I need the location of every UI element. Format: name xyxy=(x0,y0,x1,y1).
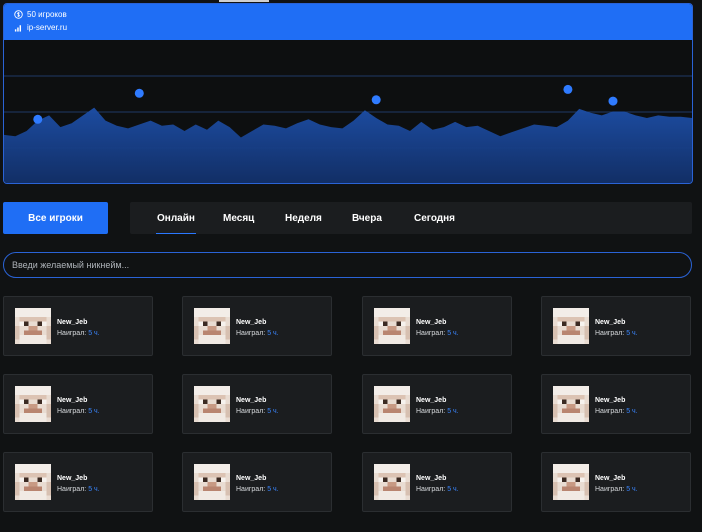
all-players-button[interactable]: Все игроки xyxy=(3,202,108,234)
nickname-search-input[interactable] xyxy=(3,252,692,278)
window-top-indicator xyxy=(219,0,269,2)
played-time: Наиграл: 5 ч. xyxy=(57,330,100,337)
player-name: New_Jeb xyxy=(236,397,267,404)
tab-today[interactable]: Сегодня xyxy=(414,202,455,234)
played-label: Наиграл: xyxy=(57,330,87,337)
played-time: Наиграл: 5 ч. xyxy=(416,330,459,337)
played-time: Наиграл: 5 ч. xyxy=(595,330,638,337)
online-area-chart xyxy=(4,75,692,183)
player-card[interactable]: New_Jeb Наиграл: 5 ч. xyxy=(182,452,332,512)
played-time: Наиграл: 5 ч. xyxy=(416,408,459,415)
played-label: Наиграл: xyxy=(236,486,266,493)
played-hours: 5 ч. xyxy=(447,330,459,337)
player-card[interactable]: New_Jeb Наиграл: 5 ч. xyxy=(541,374,691,434)
chart-header: 50 игроков ip-server.ru xyxy=(4,4,692,40)
player-name: New_Jeb xyxy=(416,319,447,326)
chart-peak-point[interactable] xyxy=(33,114,43,124)
player-name: New_Jeb xyxy=(595,319,626,326)
tab-yesterday[interactable]: Вчера xyxy=(352,202,382,234)
played-label: Наиграл: xyxy=(236,408,266,415)
player-avatar xyxy=(15,464,51,500)
player-name: New_Jeb xyxy=(236,475,267,482)
player-avatar xyxy=(553,308,589,344)
player-avatar xyxy=(194,308,230,344)
played-hours: 5 ч. xyxy=(267,408,279,415)
online-area-series xyxy=(4,107,692,183)
period-tabs: Онлайн Месяц Неделя Вчера Сегодня xyxy=(130,202,692,234)
played-label: Наиграл: xyxy=(236,330,266,337)
played-hours: 5 ч. xyxy=(88,486,100,493)
played-hours: 5 ч. xyxy=(626,330,638,337)
played-label: Наиграл: xyxy=(416,486,446,493)
played-time: Наиграл: 5 ч. xyxy=(57,408,100,415)
tab-month[interactable]: Месяц xyxy=(223,202,254,234)
player-card[interactable]: New_Jeb Наиграл: 5 ч. xyxy=(3,452,153,512)
played-label: Наиграл: xyxy=(595,408,625,415)
played-hours: 5 ч. xyxy=(447,408,459,415)
played-time: Наиграл: 5 ч. xyxy=(595,486,638,493)
player-card[interactable]: New_Jeb Наиграл: 5 ч. xyxy=(182,374,332,434)
played-time: Наиграл: 5 ч. xyxy=(57,486,100,493)
player-name: New_Jeb xyxy=(57,475,88,482)
players-icon xyxy=(14,10,23,19)
player-avatar xyxy=(15,308,51,344)
played-label: Наиграл: xyxy=(416,330,446,337)
played-time: Наиграл: 5 ч. xyxy=(236,486,279,493)
players-count-row: 50 игроков xyxy=(14,10,67,19)
played-hours: 5 ч. xyxy=(626,486,638,493)
played-hours: 5 ч. xyxy=(267,330,279,337)
player-avatar xyxy=(194,464,230,500)
player-card[interactable]: New_Jeb Наиграл: 5 ч. xyxy=(362,374,512,434)
player-card[interactable]: New_Jeb Наиграл: 5 ч. xyxy=(541,452,691,512)
played-time: Наиграл: 5 ч. xyxy=(236,408,279,415)
player-name: New_Jeb xyxy=(595,397,626,404)
player-name: New_Jeb xyxy=(416,475,447,482)
player-card[interactable]: New_Jeb Наиграл: 5 ч. xyxy=(541,296,691,356)
chart-peak-point[interactable] xyxy=(134,88,144,98)
player-name: New_Jeb xyxy=(416,397,447,404)
player-card[interactable]: New_Jeb Наиграл: 5 ч. xyxy=(182,296,332,356)
player-name: New_Jeb xyxy=(57,319,88,326)
player-name: New_Jeb xyxy=(595,475,626,482)
server-address[interactable]: ip-server.ru xyxy=(27,23,67,32)
player-card[interactable]: New_Jeb Наиграл: 5 ч. xyxy=(3,374,153,434)
chart-peak-point[interactable] xyxy=(563,84,573,94)
player-avatar xyxy=(15,386,51,422)
chart-peak-point[interactable] xyxy=(371,95,381,105)
server-address-row: ip-server.ru xyxy=(14,23,67,32)
played-label: Наиграл: xyxy=(595,486,625,493)
played-label: Наиграл: xyxy=(57,408,87,415)
players-count: 50 игроков xyxy=(27,10,67,19)
played-label: Наиграл: xyxy=(595,330,625,337)
player-card[interactable]: New_Jeb Наиграл: 5 ч. xyxy=(3,296,153,356)
player-name: New_Jeb xyxy=(57,397,88,404)
player-avatar xyxy=(374,464,410,500)
player-avatar xyxy=(194,386,230,422)
played-time: Наиграл: 5 ч. xyxy=(595,408,638,415)
played-time: Наиграл: 5 ч. xyxy=(416,486,459,493)
played-hours: 5 ч. xyxy=(88,330,100,337)
tab-online[interactable]: Онлайн xyxy=(156,202,196,234)
played-hours: 5 ч. xyxy=(626,408,638,415)
played-hours: 5 ч. xyxy=(447,486,459,493)
player-avatar xyxy=(374,386,410,422)
played-time: Наиграл: 5 ч. xyxy=(236,330,279,337)
player-avatar xyxy=(553,386,589,422)
signal-icon xyxy=(14,25,22,32)
played-hours: 5 ч. xyxy=(88,408,100,415)
player-card[interactable]: New_Jeb Наиграл: 5 ч. xyxy=(362,296,512,356)
played-label: Наиграл: xyxy=(57,486,87,493)
player-avatar xyxy=(553,464,589,500)
played-hours: 5 ч. xyxy=(267,486,279,493)
player-name: New_Jeb xyxy=(236,319,267,326)
player-avatar xyxy=(374,308,410,344)
tab-week[interactable]: Неделя xyxy=(285,202,322,234)
chart-peak-point[interactable] xyxy=(608,96,618,106)
played-label: Наиграл: xyxy=(416,408,446,415)
online-chart-card: 50 игроков ip-server.ru xyxy=(3,3,693,184)
player-card[interactable]: New_Jeb Наиграл: 5 ч. xyxy=(362,452,512,512)
